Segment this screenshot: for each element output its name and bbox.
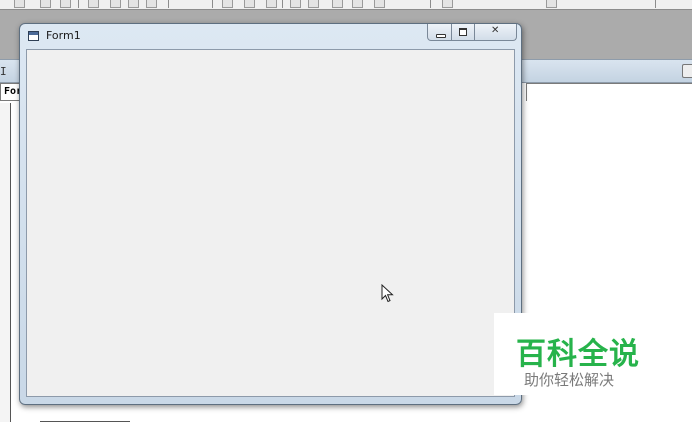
toolbar-button[interactable] [442, 0, 453, 8]
toolbar-button[interactable] [110, 0, 121, 8]
caption-buttons [427, 24, 517, 41]
toolbar-separator [168, 0, 169, 8]
toolbar-button[interactable] [40, 0, 51, 8]
toolbar-button[interactable] [14, 0, 25, 8]
watermark-subtitle: 助你轻松解决 [524, 371, 615, 389]
toolbar-separator [78, 0, 79, 8]
watermark: 百科全说 助你轻松解决 [494, 313, 692, 395]
toolbar-button[interactable] [222, 0, 233, 8]
toolbar-separator [655, 0, 656, 8]
toolbar-button[interactable] [88, 0, 99, 8]
toolbar-button[interactable] [128, 0, 139, 8]
form-titlebar[interactable]: Form1 [20, 24, 521, 48]
toolbar-button[interactable] [374, 0, 385, 8]
arrow-cursor-icon [381, 284, 394, 303]
close-button[interactable] [475, 24, 517, 41]
toolbar-button[interactable] [244, 0, 255, 8]
toolbar-separator [430, 0, 431, 8]
toolbar-button[interactable] [332, 0, 343, 8]
form-title: Form1 [46, 29, 81, 42]
watermark-title: 百科全说 [516, 337, 640, 372]
toolbar-button[interactable] [266, 0, 277, 8]
toolbar-separator [212, 0, 213, 8]
toolbar-separator [282, 0, 283, 8]
toolbar-button[interactable] [290, 0, 301, 8]
toolbar-button[interactable] [546, 0, 557, 8]
ide-toolbar [0, 0, 692, 10]
toolbar-button[interactable] [308, 0, 319, 8]
form1-window[interactable]: Form1 [19, 23, 522, 405]
form-window-icon[interactable] [28, 31, 39, 41]
minimize-button[interactable] [427, 24, 452, 41]
form-client-area[interactable] [26, 49, 515, 397]
code-margin-line [10, 103, 11, 422]
code-window-caption: I [0, 65, 9, 78]
maximize-button[interactable] [452, 24, 475, 41]
code-gutter [0, 103, 10, 422]
toolbar-button[interactable] [60, 0, 71, 8]
procedure-dropdown[interactable] [526, 83, 692, 101]
toolbar-button[interactable] [146, 0, 157, 8]
code-window-button[interactable] [682, 64, 692, 78]
toolbar-button[interactable] [352, 0, 363, 8]
